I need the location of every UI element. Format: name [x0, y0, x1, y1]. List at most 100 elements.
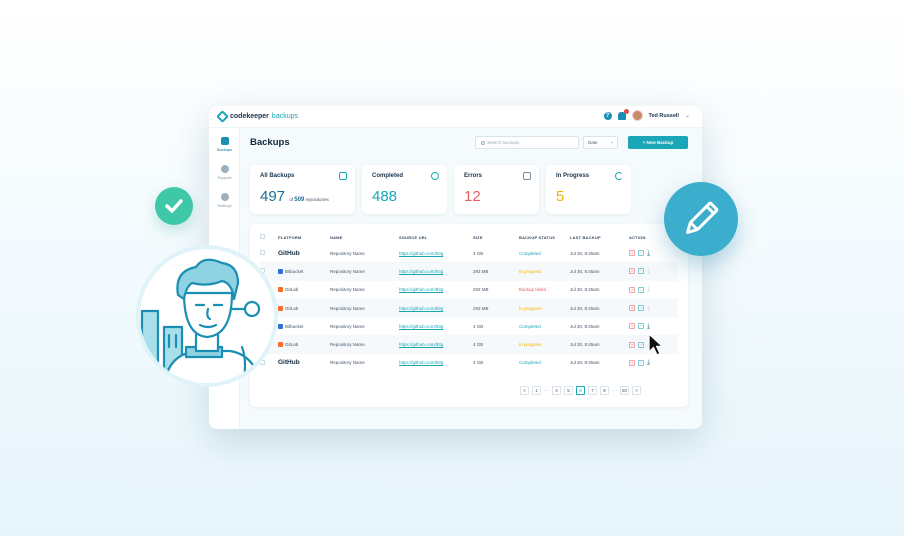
delete-icon[interactable]: ×	[629, 359, 635, 366]
check-circle-icon	[431, 172, 439, 180]
user-name[interactable]: Ted Russell	[649, 113, 679, 119]
table-row[interactable]: GitLab Repository Name https://github.com/…	[260, 335, 678, 354]
platform-name: Bitbucket	[285, 268, 304, 274]
platform-name: Bitbucket	[285, 323, 304, 329]
platform-name: GitLab	[285, 287, 299, 293]
search-input[interactable]: Search backups	[475, 136, 579, 149]
header-select-all[interactable]	[260, 230, 278, 244]
download-icon[interactable]: ⤓	[647, 268, 650, 275]
pagination-prev[interactable]: <	[520, 386, 529, 395]
folder-icon	[339, 172, 347, 180]
source-url-link[interactable]: https://github.com/83g	[399, 269, 443, 274]
status-text: In progress	[519, 342, 542, 348]
status-text: Backup failed	[519, 287, 547, 293]
avatar[interactable]	[631, 110, 643, 121]
card-title: Errors	[464, 173, 483, 179]
cell-status: In progress	[519, 335, 570, 354]
help-icon[interactable]: ?	[603, 111, 612, 120]
platform-name: GitLab	[285, 305, 299, 311]
pagination-page-current[interactable]: 6	[576, 386, 585, 395]
date-filter-select[interactable]: Date ⌄	[583, 136, 618, 149]
delete-icon[interactable]: ×	[629, 250, 635, 257]
source-url-link[interactable]: https://github.com/83g	[399, 342, 443, 347]
delete-icon[interactable]: ×	[629, 286, 635, 293]
corner-decoration	[8, 0, 26, 10]
cell-source-url: https://github.com/83g	[399, 317, 473, 335]
table-row[interactable]: GitLab Repository Name https://github.com/…	[260, 281, 678, 299]
delete-icon[interactable]: ×	[629, 341, 635, 348]
sidebar-item-backups[interactable]: Backups	[209, 137, 240, 152]
restore-icon[interactable]: ›	[638, 305, 644, 312]
cell-actions: ×›⤓	[629, 262, 678, 281]
source-url-link[interactable]: https://github.com/83g	[399, 251, 443, 256]
stat-card-errors[interactable]: Errors 12	[454, 165, 539, 214]
download-icon[interactable]: ⤓	[647, 359, 650, 366]
cell-size: 293 MB	[473, 298, 519, 318]
app-logo[interactable]: codekeeper backups	[216, 110, 298, 123]
sidebar-item-settings[interactable]: Settings	[209, 193, 240, 208]
source-url-link[interactable]: https://github.com/83g	[399, 306, 443, 311]
header-source-url: SOURCE URL	[399, 234, 428, 240]
chevron-down-icon[interactable]: ⌄	[685, 112, 690, 119]
stat-card-completed[interactable]: Completed 488	[362, 165, 447, 214]
cell-name: Repository Name	[330, 262, 399, 281]
cell-platform: Bitbucket	[278, 317, 330, 335]
gear-icon	[220, 193, 229, 201]
restore-icon[interactable]: ›	[638, 286, 644, 293]
row-actions: ×›⤓	[629, 359, 678, 366]
restore-icon[interactable]: ›	[638, 268, 644, 275]
delete-icon[interactable]: ×	[629, 268, 635, 275]
cell-name: Repository Name	[330, 287, 365, 293]
cell-platform: Bitbucket	[278, 262, 330, 281]
success-check-icon	[155, 187, 193, 225]
table-row[interactable]: GitHub Repository Name https://github.com/…	[260, 354, 678, 372]
platform-name: GitLab	[285, 342, 299, 348]
platform-badge: GitHub	[278, 250, 330, 257]
cell-status: Backup failed	[519, 281, 570, 299]
corner-decoration	[886, 0, 904, 10]
search-icon	[481, 140, 485, 145]
download-icon[interactable]: ⤓	[647, 305, 650, 312]
pagination-page[interactable]: 50	[620, 386, 630, 395]
pagination-page[interactable]: 8	[600, 386, 609, 395]
delete-icon[interactable]: ×	[629, 305, 635, 312]
logo-text-accent: backups	[271, 113, 298, 120]
pagination-page[interactable]: 1	[532, 386, 541, 395]
table-row[interactable]: Bitbucket Repository Name https://github.c…	[260, 317, 678, 335]
notification-bell-icon[interactable]	[617, 108, 629, 120]
source-url-link[interactable]: https://github.com/83g	[399, 360, 443, 365]
table-row[interactable]: GitHub Repository Name https://github.com/…	[260, 244, 678, 262]
restore-icon[interactable]: ›	[638, 323, 644, 330]
restore-icon[interactable]: ›	[638, 341, 644, 348]
cell-name: Repository Name	[330, 250, 365, 256]
delete-icon[interactable]: ×	[629, 323, 635, 330]
download-icon[interactable]: ⤓	[647, 323, 650, 330]
restore-icon[interactable]: ›	[638, 250, 644, 257]
header-platform: PLATFORM	[278, 234, 302, 240]
sidebar-item-support[interactable]: Support	[209, 165, 240, 180]
cell-last-backup: Jul 30, 8:45am	[570, 287, 600, 293]
pagination-page[interactable]: 7	[588, 386, 597, 395]
cell-status: In progress	[519, 298, 570, 318]
row-actions: ×›⤓	[629, 305, 678, 312]
table-row[interactable]: Bitbucket Repository Name https://github.c…	[260, 262, 678, 281]
edit-pencil-icon	[664, 182, 738, 256]
pagination-page[interactable]: 4	[552, 386, 561, 395]
source-url-link[interactable]: https://github.com/83g	[399, 324, 443, 329]
table-header-row: PLATFORM NAME SOURCE URL SIZE BACKUP STA…	[260, 230, 678, 244]
status-text: Completed	[519, 323, 541, 329]
platform-badge: GitLab	[278, 287, 330, 293]
stat-card-in-progress[interactable]: In Progress 5	[546, 165, 631, 214]
pagination-page[interactable]: 5	[564, 386, 573, 395]
page-title: Backups	[250, 137, 290, 148]
new-backup-button[interactable]: + New Backup	[628, 136, 688, 149]
table-row[interactable]: GitLab Repository Name https://github.com/…	[260, 298, 678, 318]
platform-name: GitHub	[278, 359, 300, 367]
source-url-link[interactable]: https://github.com/83g	[399, 287, 443, 292]
restore-icon[interactable]: ›	[638, 359, 644, 366]
pagination-next[interactable]: >	[632, 386, 642, 395]
download-icon[interactable]: ⤓	[647, 286, 650, 293]
stat-card-all-backups[interactable]: All Backups 497 of 509 repositories	[250, 165, 355, 214]
download-icon[interactable]: ⤓	[647, 250, 650, 257]
checkbox[interactable]	[260, 234, 265, 239]
